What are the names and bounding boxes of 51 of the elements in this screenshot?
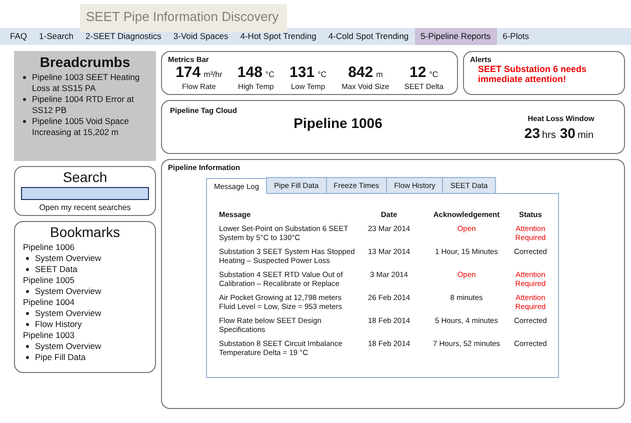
bullet-icon xyxy=(23,98,26,101)
nav-tab[interactable]: 6-Plots xyxy=(496,28,536,45)
metric-value: 131 xyxy=(290,64,315,81)
bullet-icon xyxy=(26,268,29,271)
metric-value: 842 xyxy=(348,64,374,81)
minutes-value: 30 xyxy=(560,125,576,141)
metric-unit: °C xyxy=(429,70,438,79)
bullet-icon xyxy=(26,345,29,348)
minutes-unit: min xyxy=(577,130,594,141)
bookmark-group[interactable]: Pipeline 1006 xyxy=(23,242,147,253)
bullet-icon xyxy=(26,312,29,315)
bullet-icon xyxy=(26,290,29,293)
nav-tab[interactable]: 1-Search xyxy=(33,28,80,45)
panel-title: Breadcrumbs xyxy=(38,54,132,70)
metric-unit: m³/hr xyxy=(204,70,222,79)
panel-title: Search xyxy=(62,169,108,185)
metric-unit: m xyxy=(376,70,383,79)
metric-unit: °C xyxy=(318,70,327,79)
bookmark-group[interactable]: Pipeline 1003 xyxy=(23,330,147,341)
pipeline-tag[interactable]: Pipeline 1006 xyxy=(170,115,506,131)
bookmark-link[interactable]: System Overview xyxy=(35,286,102,297)
bullet-icon xyxy=(23,120,26,123)
panel-title: Bookmarks xyxy=(48,224,122,240)
metric-value: 12 xyxy=(410,64,426,81)
bookmark-link[interactable]: System Overview xyxy=(35,253,102,264)
hours-unit: hrs xyxy=(542,130,556,141)
bookmark-link[interactable]: Flow History xyxy=(35,319,82,330)
metric-unit: °C xyxy=(265,70,274,79)
breadcrumb-link[interactable]: Pipeline 1003 SEET Heating Loss at SS15 PA xyxy=(32,72,150,94)
bookmark-link[interactable]: SEET Data xyxy=(35,264,78,275)
bookmark-link[interactable]: Pipe Fill Data xyxy=(35,352,86,363)
search-field[interactable] xyxy=(21,187,149,200)
nav-tab[interactable]: 4-Cold Spot Trending xyxy=(322,28,415,45)
bullet-icon xyxy=(26,257,29,260)
metric-value: 148 xyxy=(237,64,262,81)
bookmark-group[interactable]: Pipeline 1005 xyxy=(23,275,147,286)
bullet-icon xyxy=(23,76,26,79)
bookmark-group[interactable]: Pipeline 1004 xyxy=(23,297,147,308)
bookmark-link[interactable]: System Overview xyxy=(35,341,102,352)
nav-tab[interactable]: 5-Pipeline Reports xyxy=(414,28,497,45)
breadcrumb-link[interactable]: Pipeline 1005 Void Space Increasing at 15,202 m xyxy=(32,116,150,138)
nav-tab[interactable]: FAQ xyxy=(4,28,34,45)
recent-searches-link[interactable]: Open my recent searches xyxy=(21,203,149,212)
hours-value: 23 xyxy=(524,125,540,141)
metric-value: 174 xyxy=(176,64,201,81)
bullet-icon xyxy=(26,356,29,359)
bookmark-link[interactable]: System Overview xyxy=(35,308,102,319)
bullet-icon xyxy=(26,323,29,326)
app-title: SEET Pipe Information Discovery xyxy=(80,4,287,32)
alert-message: SEET Substation 6 needs immediate attention! xyxy=(477,64,588,84)
breadcrumb-link[interactable]: Pipeline 1004 RTD Error at SS12 PB xyxy=(32,94,150,116)
